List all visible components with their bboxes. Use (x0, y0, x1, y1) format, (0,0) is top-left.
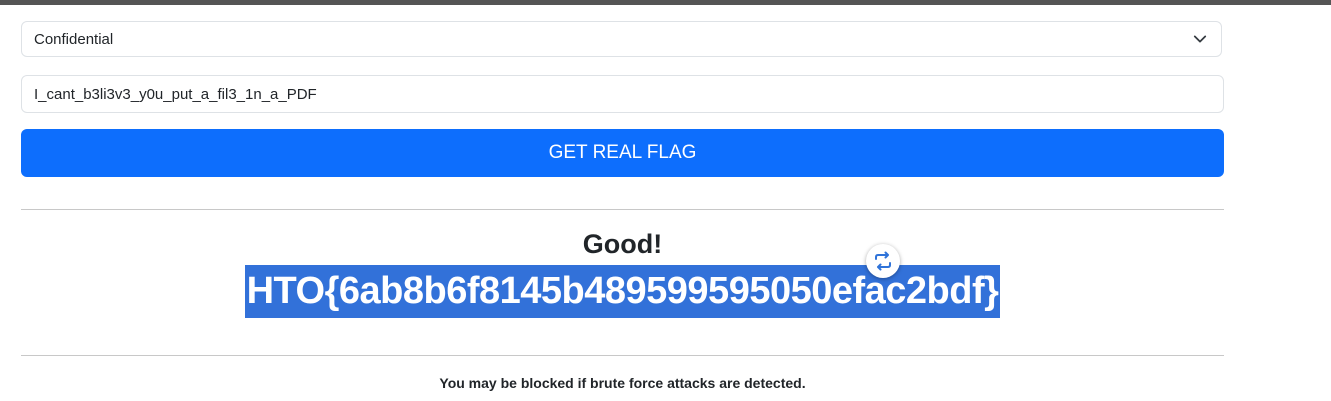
browser-top-bar (0, 0, 1331, 5)
translate-icon[interactable] (866, 244, 900, 278)
flag-input[interactable] (21, 75, 1224, 113)
swap-arrows-icon (875, 251, 891, 271)
result-heading: Good! (582, 229, 663, 259)
get-real-flag-label: GET REAL FLAG (548, 142, 697, 163)
divider (21, 209, 1224, 210)
brute-force-warning: You may be blocked if brute force attack… (439, 375, 806, 391)
category-select[interactable]: Confidential (21, 21, 1222, 57)
chevron-down-icon (1193, 35, 1207, 43)
flag-result: HTO{6ab8b6f8145b489599595050efac2bdf} (21, 265, 1224, 318)
divider (21, 355, 1224, 356)
get-real-flag-button[interactable]: GET REAL FLAG (21, 129, 1224, 177)
category-select-value: Confidential (34, 30, 114, 48)
